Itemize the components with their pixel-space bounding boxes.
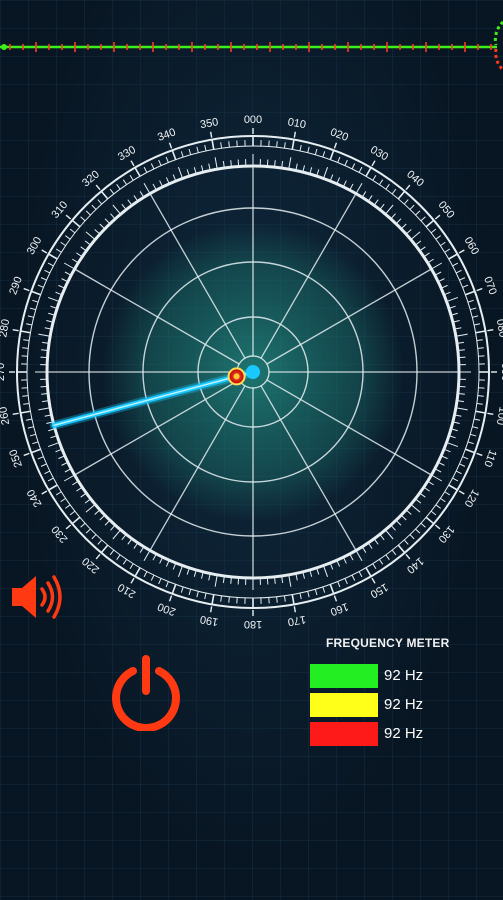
compass-label: 240 (25, 487, 45, 509)
signal-bar (0, 20, 503, 72)
compass-label: 330 (116, 144, 138, 164)
compass-label: 220 (80, 555, 102, 576)
frequency-value-yellow: 92 Hz (384, 696, 424, 713)
compass-label: 080 (494, 318, 503, 338)
compass-label: 050 (436, 199, 457, 221)
compass-label: 020 (329, 126, 350, 144)
compass-label: 170 (287, 613, 307, 628)
compass-label: 180 (244, 618, 262, 630)
compass-label: 140 (404, 555, 426, 576)
compass-label: 290 (7, 275, 25, 296)
compass-label: 120 (462, 487, 482, 509)
compass-label: 150 (368, 581, 390, 601)
compass-label: 130 (436, 523, 457, 545)
speaker-volume-icon (12, 575, 62, 619)
compass-label: 300 (25, 235, 45, 257)
compass-label: 250 (7, 448, 25, 469)
frequency-value-green: 92 Hz (384, 667, 424, 684)
radar-display: 000 010 020 030 040 050 060 070 080 090 100 110 120 1… (0, 100, 503, 660)
compass-label: 190 (199, 613, 219, 628)
signal-start-dot (1, 44, 7, 50)
power-icon (112, 655, 180, 733)
compass-label: 070 (481, 275, 499, 296)
compass-label: 010 (287, 116, 307, 131)
compass-label: 310 (49, 199, 70, 221)
frequency-value-red: 92 Hz (384, 725, 424, 742)
compass-label: 230 (49, 523, 70, 545)
compass-label: 280 (0, 318, 12, 338)
compass-label: 000 (244, 114, 262, 126)
sound-toggle-button[interactable] (8, 572, 66, 622)
compass-label: 260 (0, 406, 12, 426)
compass-label: 270 (0, 363, 7, 381)
compass-label: 110 (481, 448, 498, 469)
compass-label: 160 (329, 600, 350, 618)
power-button[interactable] (108, 655, 184, 733)
compass-label: 320 (80, 168, 102, 189)
compass-label: 040 (404, 168, 426, 189)
compass-label: 210 (116, 581, 138, 601)
frequency-meter-title: FREQUENCY METER (326, 636, 450, 650)
compass-label: 100 (494, 406, 503, 426)
radar-target (227, 367, 246, 386)
frequency-bar-yellow (310, 693, 378, 717)
compass-label: 350 (199, 116, 219, 131)
frequency-row-red: 92 Hz (310, 722, 500, 748)
frequency-row-green: 92 Hz (310, 664, 500, 690)
frequency-bar-green (310, 664, 378, 688)
frequency-bar-red (310, 722, 378, 746)
compass-label: 200 (156, 600, 177, 618)
compass-label: 060 (462, 235, 482, 257)
frequency-row-yellow: 92 Hz (310, 693, 500, 719)
compass-label: 090 (499, 363, 503, 381)
compass-label: 340 (156, 126, 177, 144)
frequency-meter: FREQUENCY METER 92 Hz 92 Hz 92 Hz (306, 636, 496, 756)
compass-label: 030 (368, 144, 390, 164)
